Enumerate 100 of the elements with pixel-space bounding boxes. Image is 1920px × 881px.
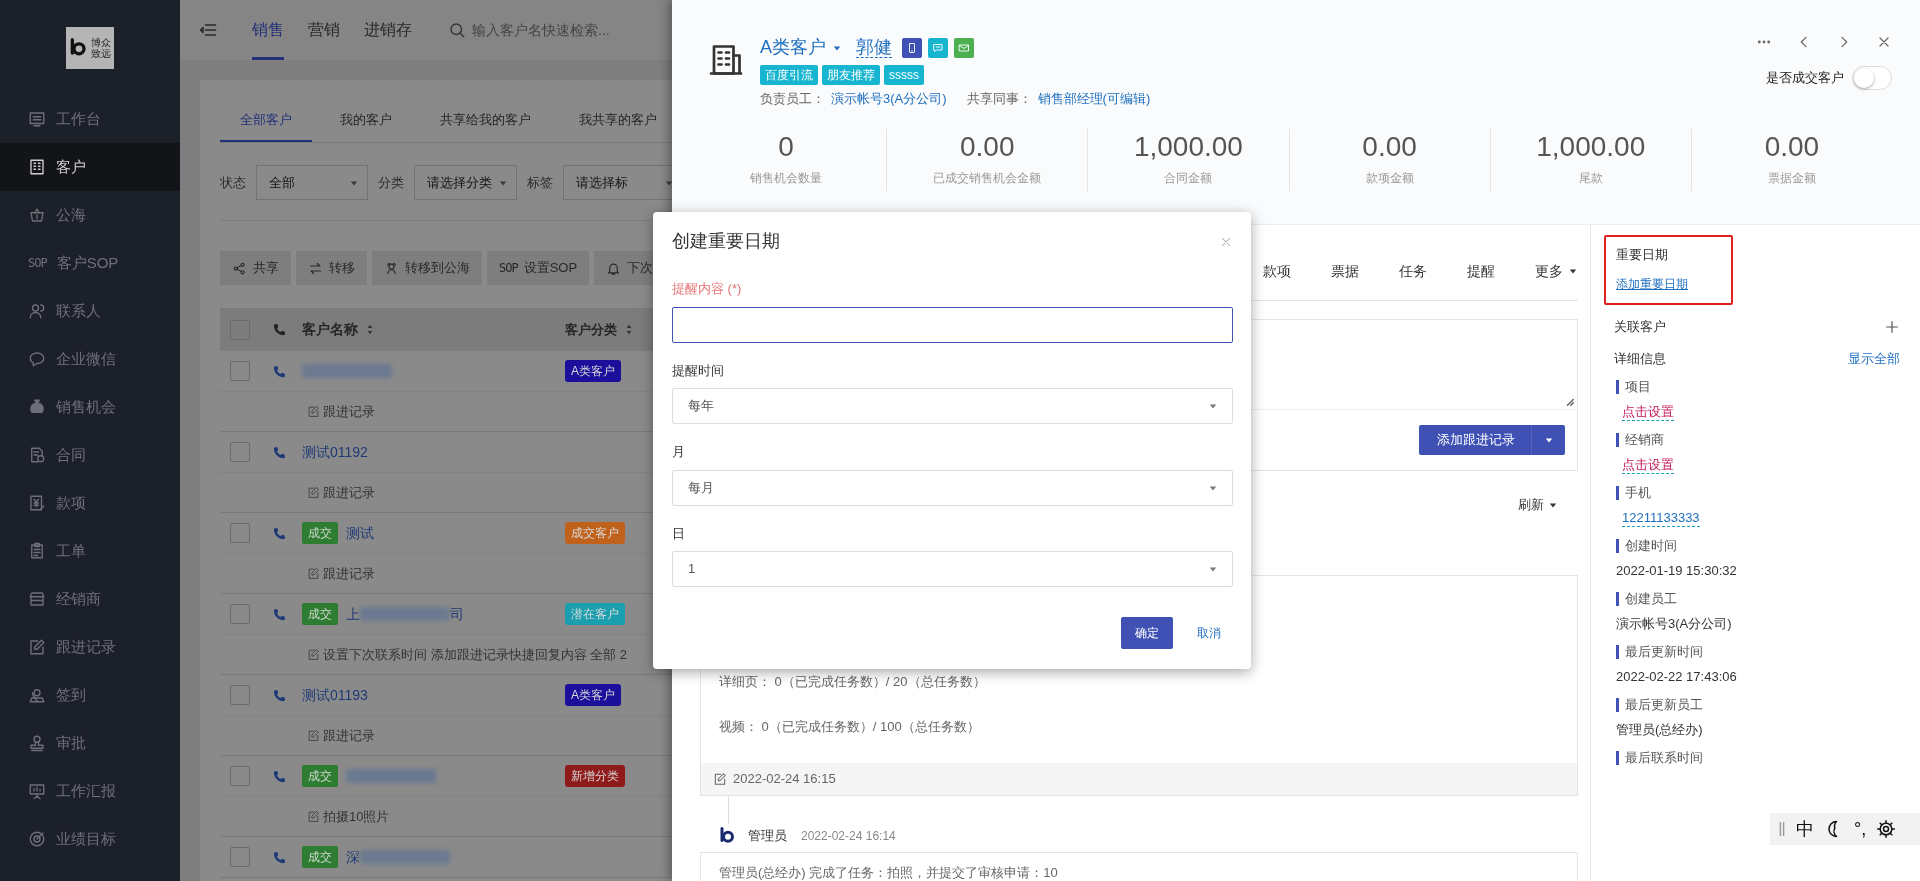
checkbox[interactable] xyxy=(230,766,250,786)
menu-label: 工作汇报 xyxy=(56,780,116,801)
building-icon xyxy=(28,158,46,176)
caret-icon xyxy=(349,178,359,187)
sidebar-item[interactable]: 工作汇报 xyxy=(0,767,180,815)
tab[interactable]: 任务 xyxy=(1399,244,1427,300)
sidebar-item[interactable]: 工作台 xyxy=(0,95,180,143)
settings-icon xyxy=(1876,819,1897,839)
field-label: 创建时间 xyxy=(1616,539,1677,553)
basket-icon xyxy=(28,206,46,224)
toolbar-button[interactable]: 共享 xyxy=(220,251,291,285)
sidebar-item[interactable]: 业绩目标 xyxy=(0,815,180,863)
input-mode-toggle[interactable]: 中 xyxy=(1796,815,1814,843)
follow-up-note[interactable]: 跟进记录 xyxy=(323,725,375,746)
yen-document-icon xyxy=(28,494,46,512)
sidebar-item[interactable]: 合同 xyxy=(0,431,180,479)
follow-up-note[interactable]: 跟进记录 xyxy=(323,482,375,503)
sidebar-item[interactable]: 经销商 xyxy=(0,575,180,623)
tab[interactable]: 提醒 xyxy=(1467,244,1495,300)
checkbox[interactable] xyxy=(230,523,250,543)
sort-icon xyxy=(625,324,633,335)
caret-icon xyxy=(498,178,508,187)
filter-select[interactable]: 请选择标 xyxy=(563,165,672,200)
sidebar-item[interactable]: 跟进记录 xyxy=(0,623,180,671)
sidebar-item[interactable]: 公海 xyxy=(0,191,180,239)
select-field[interactable]: 每月 xyxy=(672,469,1233,506)
sidebar-item[interactable]: 销售机会 xyxy=(0,383,180,431)
tab[interactable]: 票据 xyxy=(1331,244,1359,300)
contract-icon xyxy=(28,446,46,464)
follow-up-note[interactable]: 拍摄10照片 xyxy=(323,806,390,827)
toolbar-button[interactable]: 转移 xyxy=(296,251,367,285)
phone-icon xyxy=(272,322,287,337)
nav-tab[interactable]: 进销存 xyxy=(364,0,412,60)
sidebar-item[interactable]: 工单 xyxy=(0,527,180,575)
envelope-button[interactable] xyxy=(954,37,974,58)
list-tab[interactable]: 我共享的客户 xyxy=(559,100,672,142)
follow-up-note[interactable]: 设置下次联系时间 添加跟进记录快捷回复内容 全部 2 xyxy=(323,644,628,665)
group-icon xyxy=(384,260,399,276)
list-tab[interactable]: 全部客户 xyxy=(220,100,312,142)
nav-tab[interactable]: 营销 xyxy=(308,0,340,60)
phone-link[interactable]: 12211133333 xyxy=(1622,509,1700,527)
tab[interactable]: 款项 xyxy=(1263,244,1291,300)
sidebar-item[interactable]: 联系人 xyxy=(0,287,180,335)
owner-link[interactable]: 演示帐号3(A分公司) xyxy=(831,89,947,109)
filter-select[interactable]: 请选择分类 xyxy=(414,165,517,200)
customer-name[interactable]: 上 xyxy=(346,603,360,625)
phone-icon xyxy=(272,444,287,460)
checkbox[interactable] xyxy=(230,604,250,624)
add-follow-up-button[interactable]: 添加跟进记录 xyxy=(1419,425,1565,455)
shared-link[interactable]: 销售部经理(可编辑) xyxy=(1037,89,1151,109)
customer-name[interactable]: 郭健 xyxy=(856,37,892,58)
select-field[interactable]: 每年 xyxy=(672,388,1233,424)
list-tab[interactable]: 共享给我的客户 xyxy=(420,100,551,142)
filter-select[interactable]: 全部 xyxy=(256,165,368,200)
deal-badge: 成交 xyxy=(302,603,338,625)
customer-name[interactable]: 测试 xyxy=(346,522,374,544)
refresh-button[interactable]: 刷新 xyxy=(1518,495,1558,515)
edit-icon xyxy=(307,405,320,418)
set-value-link[interactable]: 点击设置 xyxy=(1622,403,1674,421)
tab[interactable]: 更多 xyxy=(1535,244,1578,300)
column-header[interactable]: 客户分类 xyxy=(565,319,617,340)
customer-name[interactable]: 深 xyxy=(346,846,360,868)
checkbox[interactable] xyxy=(230,361,250,381)
checkbox[interactable] xyxy=(230,685,250,705)
stat-label: 票据金额 xyxy=(1767,169,1816,187)
tag: sssss xyxy=(884,65,924,85)
checkbox[interactable] xyxy=(230,847,250,867)
chat-bubble-button[interactable] xyxy=(928,37,948,58)
list-tab[interactable]: 我的客户 xyxy=(320,100,412,142)
select-field[interactable]: 1 xyxy=(672,551,1233,587)
mobile-phone-button[interactable] xyxy=(902,37,922,58)
checkbox[interactable] xyxy=(230,442,250,462)
follow-up-note[interactable]: 跟进记录 xyxy=(323,401,375,422)
customer-name-end[interactable]: 司 xyxy=(450,603,464,625)
add-date-link[interactable]: 添加重要日期 xyxy=(1616,274,1688,293)
nav-tab[interactable]: 销售 xyxy=(252,0,284,60)
sidebar-item[interactable]: 签到 xyxy=(0,671,180,719)
customer-name[interactable]: 测试01192 xyxy=(302,441,368,463)
sidebar-item[interactable]: SOP 客户SOP xyxy=(0,239,180,287)
customer-category[interactable]: A类客户 xyxy=(760,34,826,61)
customer-name[interactable]: 测试01193 xyxy=(302,684,368,706)
set-value-link[interactable]: 点击设置 xyxy=(1622,456,1674,474)
toolbar-button[interactable]: 转移到公海 xyxy=(372,251,482,285)
sidebar-item[interactable]: 企业微信 xyxy=(0,335,180,383)
menu-label: 客户SOP xyxy=(56,252,119,273)
follow-up-note[interactable]: 跟进记录 xyxy=(323,563,375,584)
sidebar-item[interactable]: 客户 xyxy=(0,143,180,191)
input-field[interactable] xyxy=(672,306,1233,343)
sidebar-item[interactable]: 款项 xyxy=(0,479,180,527)
sidebar-item[interactable]: 审批 xyxy=(0,719,180,767)
column-header[interactable]: 客户名称 xyxy=(302,319,358,340)
add-button[interactable] xyxy=(1884,318,1900,335)
caret-icon xyxy=(1543,436,1554,444)
toolbar-button[interactable]: SOP 设置SOP xyxy=(487,251,590,285)
confirm-button[interactable]: 确定 xyxy=(1121,617,1173,649)
search-placeholder[interactable]: 输入客户名快速检索... xyxy=(472,19,610,41)
toggle-switch[interactable] xyxy=(1852,66,1892,90)
punctuation-toggle[interactable]: °, xyxy=(1854,815,1867,843)
cancel-button[interactable]: 取消 xyxy=(1197,624,1221,642)
show-all-link[interactable]: 显示全部 xyxy=(1848,348,1900,368)
